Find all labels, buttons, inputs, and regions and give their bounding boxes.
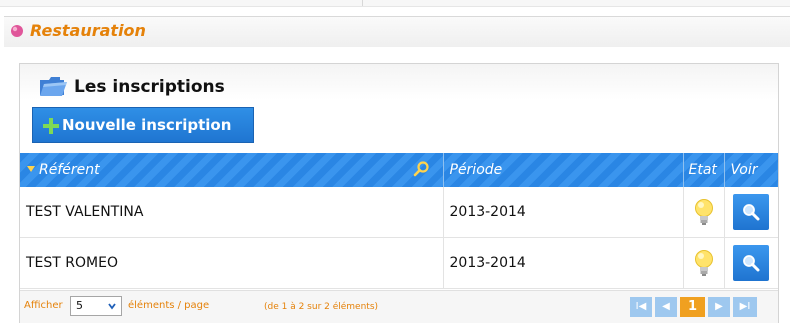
table-header-row: Référent Période Etat Voir (20, 153, 778, 187)
section-bullet-icon (11, 25, 23, 37)
current-page-button[interactable]: 1 (680, 297, 705, 317)
last-page-button[interactable]: ▶I (733, 297, 757, 317)
lightbulb-icon (694, 250, 713, 276)
periode-cell: 2013-2014 (449, 255, 526, 271)
previous-page-button[interactable]: ◀ (655, 297, 677, 317)
column-header-voir: Voir (724, 153, 778, 187)
section-header: Restauration (4, 16, 790, 47)
top-divider (362, 0, 363, 6)
column-label-voir: Voir (730, 162, 758, 178)
top-bar (0, 0, 790, 7)
range-label: (de 1 à 2 sur 2 éléments) (264, 302, 379, 312)
inscriptions-panel: Les inscriptions Nouvelle inscription Ré… (19, 63, 779, 323)
panel-title: Les inscriptions (74, 77, 225, 97)
magnifier-icon (743, 204, 760, 221)
column-header-etat: Etat (683, 153, 725, 187)
view-button[interactable] (733, 245, 770, 281)
new-inscription-label: Nouvelle inscription (62, 116, 232, 134)
folder-icon (40, 77, 67, 96)
referent-cell: TEST ROMEO (26, 255, 118, 271)
column-label-periode: Période (449, 162, 503, 178)
pager-bar: Afficher 5 éléments / page (de 1 à 2 sur… (20, 290, 778, 323)
show-label: Afficher (24, 300, 63, 311)
column-filter-search-icon[interactable] (413, 161, 429, 177)
table-row: TEST VALENTINA 2013-2014 (20, 187, 778, 238)
column-header-referent[interactable]: Référent (20, 153, 444, 187)
column-label-referent: Référent (39, 162, 100, 178)
chevron-down-icon (108, 303, 116, 310)
column-label-etat: Etat (688, 162, 717, 178)
magnifier-icon (743, 255, 760, 272)
sort-arrow-icon (27, 166, 35, 172)
periode-cell: 2013-2014 (449, 204, 526, 220)
referent-cell: TEST VALENTINA (26, 204, 144, 220)
first-page-button[interactable]: I◀ (630, 297, 652, 317)
page-size-value: 5 (76, 299, 83, 312)
view-button[interactable] (733, 194, 770, 230)
items-per-page-label: éléments / page (128, 300, 210, 311)
inscriptions-table: Référent Période Etat Voir TEST VALENTIN… (20, 153, 778, 289)
section-title: Restauration (30, 21, 146, 40)
next-page-button[interactable]: ▶ (708, 297, 730, 317)
lightbulb-icon (694, 199, 713, 225)
page-size-select[interactable]: 5 (70, 296, 122, 316)
plus-icon (43, 118, 59, 134)
table-row: TEST ROMEO 2013-2014 (20, 237, 778, 289)
column-header-periode[interactable]: Période (443, 153, 684, 187)
new-inscription-button[interactable]: Nouvelle inscription (32, 107, 254, 143)
